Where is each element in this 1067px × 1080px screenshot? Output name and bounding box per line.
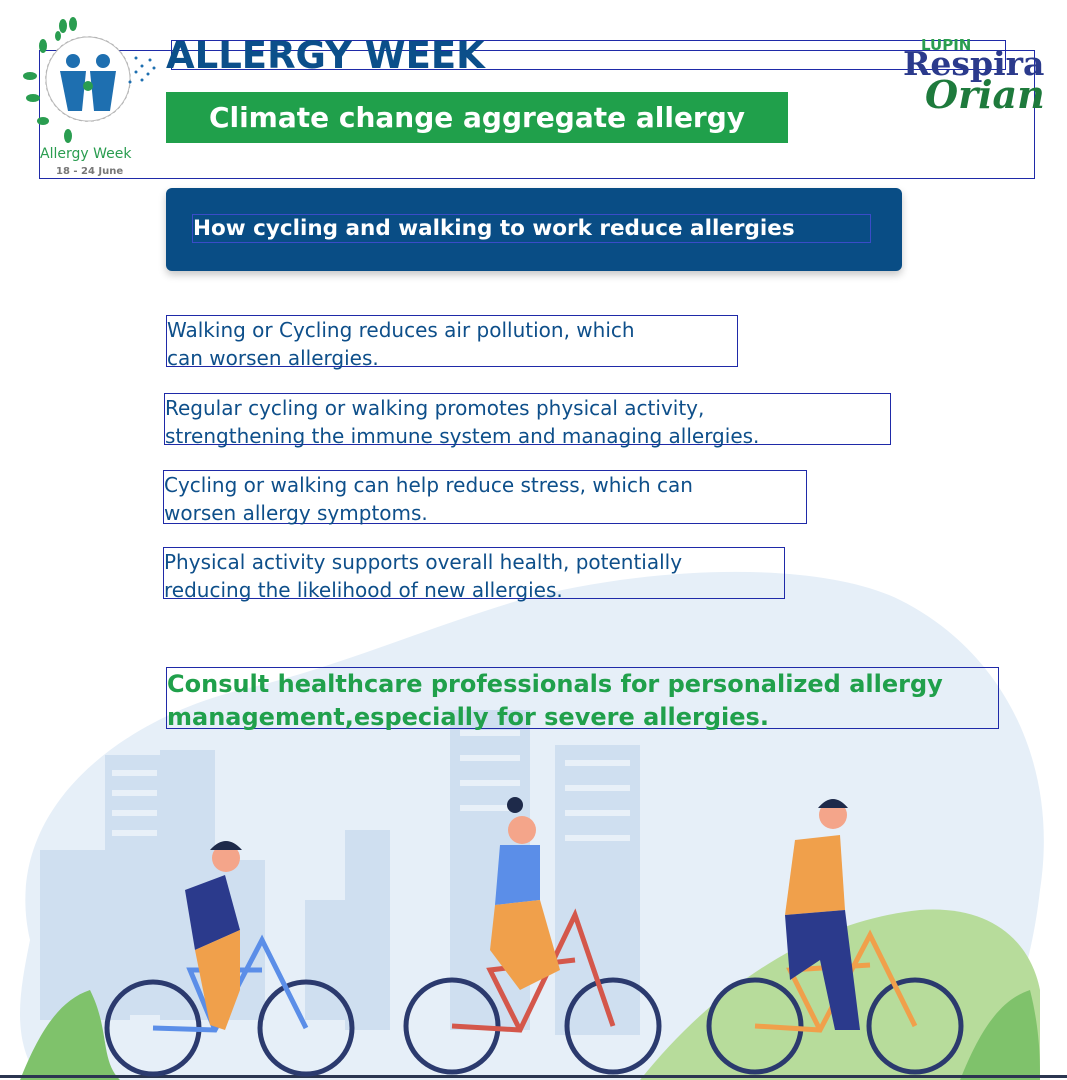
- point-line: Walking or Cycling reduces air pollution…: [167, 318, 635, 342]
- consult-callout: Consult healthcare professionals for per…: [166, 667, 999, 731]
- brand-logo-bottom: Orian: [925, 72, 1045, 117]
- point-line: can worsen allergies.: [167, 346, 379, 370]
- point-line: worsen allergy symptoms.: [164, 501, 428, 525]
- topic-banner-text: How cycling and walking to work reduce a…: [192, 214, 871, 243]
- point-line: Regular cycling or walking promotes phys…: [165, 396, 705, 420]
- consult-line: management,especially for severe allergi…: [167, 703, 769, 731]
- point-line: Physical activity supports overall healt…: [164, 550, 683, 574]
- cyclists-illustration: [0, 571, 1067, 1080]
- point-line: reducing the likelihood of new allergies…: [164, 578, 563, 602]
- subtitle-bar: Climate change aggregate allergy: [166, 92, 788, 143]
- point-line: Cycling or walking can help reduce stres…: [164, 473, 693, 497]
- page-title: ALLERGY WEEK: [166, 34, 485, 77]
- allergy-week-dates: 18 - 24 June: [56, 166, 124, 177]
- point-item: Regular cycling or walking promotes phys…: [164, 393, 891, 448]
- point-line: strengthening the immune system and mana…: [165, 424, 760, 448]
- allergy-week-label: Allergy Week: [40, 146, 132, 162]
- point-item: Walking or Cycling reduces air pollution…: [166, 315, 738, 370]
- point-item: Cycling or walking can help reduce stres…: [163, 470, 807, 525]
- consult-line: Consult healthcare professionals for per…: [167, 670, 943, 698]
- point-item: Physical activity supports overall healt…: [163, 547, 785, 602]
